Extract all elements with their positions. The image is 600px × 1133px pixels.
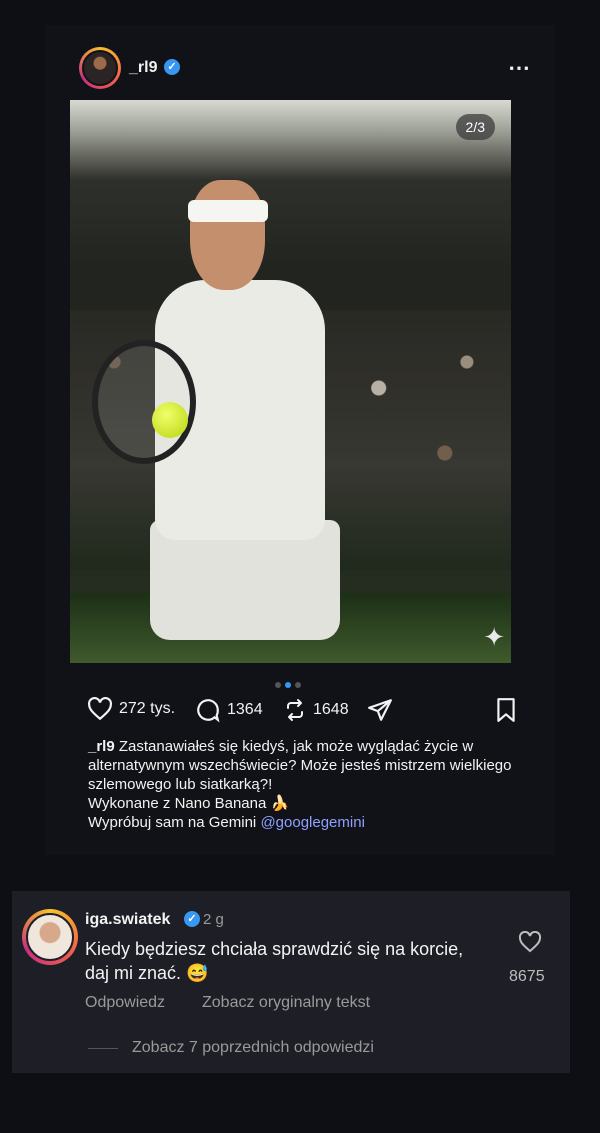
- comment-bubble-icon: [197, 699, 220, 723]
- author-username[interactable]: _rl9: [129, 59, 157, 77]
- tennis-ball: [152, 402, 188, 438]
- like-button[interactable]: 272 tys.: [87, 697, 175, 721]
- carousel-dot: [295, 682, 301, 688]
- replies-divider: [88, 1048, 118, 1049]
- verified-icon: ✓: [164, 59, 180, 75]
- bookmark-icon: [497, 698, 515, 722]
- author-avatar[interactable]: [79, 47, 121, 89]
- repost-icon: [287, 699, 303, 721]
- comment-button[interactable]: 1364: [195, 697, 263, 723]
- carousel-dot: [275, 682, 281, 688]
- tennis-racket: [92, 340, 196, 464]
- commenter-avatar[interactable]: [22, 909, 78, 965]
- comment-like-count: 8675: [509, 968, 545, 985]
- save-button[interactable]: [495, 697, 517, 723]
- like-count: 272 tys.: [119, 700, 176, 717]
- comment-like-button[interactable]: [518, 930, 542, 953]
- post-actions: 272 tys. 1364 1648: [87, 697, 517, 727]
- caption-text: Zastanawiałeś się kiedyś, jak może wyglą…: [88, 738, 512, 793]
- carousel-dots: [275, 675, 315, 688]
- caption-line-3: Wypróbuj sam na Gemini: [88, 814, 261, 831]
- reply-button[interactable]: Odpowiedz: [85, 994, 165, 1012]
- repost-button[interactable]: 1648: [283, 697, 349, 723]
- heart-icon: [518, 930, 542, 953]
- share-button[interactable]: [367, 697, 393, 723]
- comment-text: Kiedy będziesz chciała sprawdzić się na …: [85, 939, 464, 983]
- view-previous-replies-button[interactable]: Zobacz 7 poprzednich odpowiedzi: [132, 1039, 374, 1057]
- comment-count: 1364: [227, 701, 263, 718]
- send-icon: [368, 699, 392, 721]
- caption-line-2: Wykonane z Nano Banana 🍌: [88, 795, 290, 812]
- commenter-username[interactable]: iga.swiatek: [85, 911, 170, 929]
- stadium-roof: [70, 100, 511, 180]
- comment-timestamp: 2 g: [203, 911, 224, 928]
- mention-link[interactable]: @googlegemini: [260, 814, 364, 831]
- verified-icon: ✓: [184, 911, 200, 927]
- post-card: _rl9 ✓ ⋯ ✦ 2/3 272 tys. 1364 1648 _rl9 Z…: [45, 25, 555, 855]
- author-avatar-image: [82, 50, 118, 86]
- player-head: [190, 180, 265, 290]
- repost-count: 1648: [313, 701, 349, 718]
- highlighted-comment: iga.swiatek ✓ 2 g Kiedy będziesz chciała…: [12, 891, 570, 1073]
- commenter-avatar-image: [26, 913, 74, 961]
- player-headband: [188, 200, 268, 222]
- post-caption: _rl9 Zastanawiałeś się kiedyś, jak może …: [88, 737, 528, 832]
- see-original-button[interactable]: Zobacz oryginalny tekst: [202, 994, 370, 1012]
- more-options-button[interactable]: ⋯: [508, 55, 531, 81]
- carousel-counter: 2/3: [455, 114, 495, 140]
- ai-sparkle-icon: ✦: [483, 622, 505, 652]
- post-header: _rl9 ✓ ⋯: [79, 47, 549, 91]
- heart-icon: [88, 697, 112, 721]
- post-image[interactable]: ✦ 2/3: [70, 100, 511, 663]
- carousel-dot-active: [285, 682, 291, 688]
- caption-username[interactable]: _rl9: [88, 738, 115, 755]
